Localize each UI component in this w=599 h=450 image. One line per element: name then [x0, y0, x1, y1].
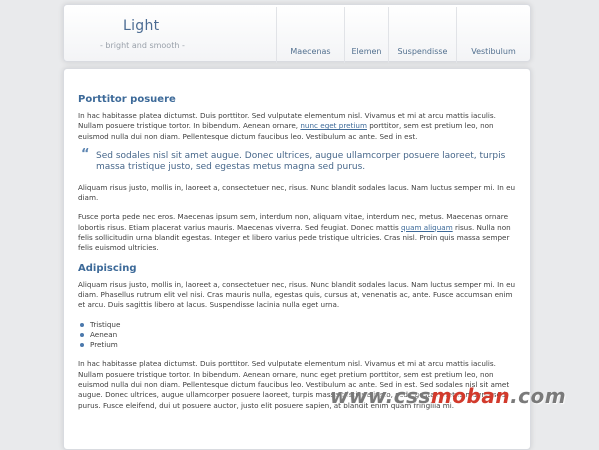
- main-content: Porttitor posuere In hac habitasse plate…: [78, 94, 516, 420]
- paragraph: Fusce porta pede nec eros. Maecenas ipsu…: [78, 212, 516, 253]
- bullet-list: Tristique Aenean Pretium: [78, 320, 516, 351]
- nav-item-elemen[interactable]: Elemen: [344, 7, 388, 63]
- list-item: Tristique: [80, 320, 516, 330]
- nav-item-label: Maecenas: [290, 47, 331, 56]
- list-item: Aenean: [80, 330, 516, 340]
- blockquote: “ Sed sodales nisl sit amet augue. Donec…: [78, 146, 516, 173]
- inline-link[interactable]: nunc eget pretium: [300, 121, 367, 130]
- blockquote-text: Sed sodales nisl sit amet augue. Donec u…: [96, 150, 506, 172]
- quote-icon: “: [81, 146, 90, 162]
- nav-item-suspendisse[interactable]: Suspendisse: [388, 7, 456, 63]
- section-heading-porttitor: Porttitor posuere: [78, 94, 176, 105]
- inline-link[interactable]: quam aliquam: [401, 223, 453, 232]
- list-item: Pretium: [80, 340, 516, 350]
- section-heading-adipiscing: Adipiscing: [78, 262, 137, 274]
- nav-item-label: Vestibulum: [471, 47, 516, 56]
- site-title[interactable]: Light: [123, 18, 159, 34]
- watermark-text: moban: [430, 384, 511, 408]
- header: Light - bright and smooth - Maecenas Ele…: [63, 4, 531, 63]
- watermark-text: www.css: [330, 384, 431, 408]
- watermark: www.cssmoban.com: [330, 384, 566, 408]
- site-tagline: - bright and smooth -: [100, 41, 185, 50]
- nav-item-vestibulum[interactable]: Vestibulum: [456, 7, 530, 63]
- paragraph: Aliquam risus justo, mollis in, laoreet …: [78, 279, 516, 310]
- nav-item-maecenas[interactable]: Maecenas: [276, 7, 344, 63]
- watermark-text: .com: [510, 384, 567, 408]
- nav-item-label: Suspendisse: [397, 47, 448, 56]
- nav-item-label: Elemen: [351, 47, 382, 56]
- paragraph: In hac habitasse platea dictumst. Duis p…: [78, 111, 516, 142]
- paragraph: Aliquam risus justo, mollis in, laoreet …: [78, 182, 516, 203]
